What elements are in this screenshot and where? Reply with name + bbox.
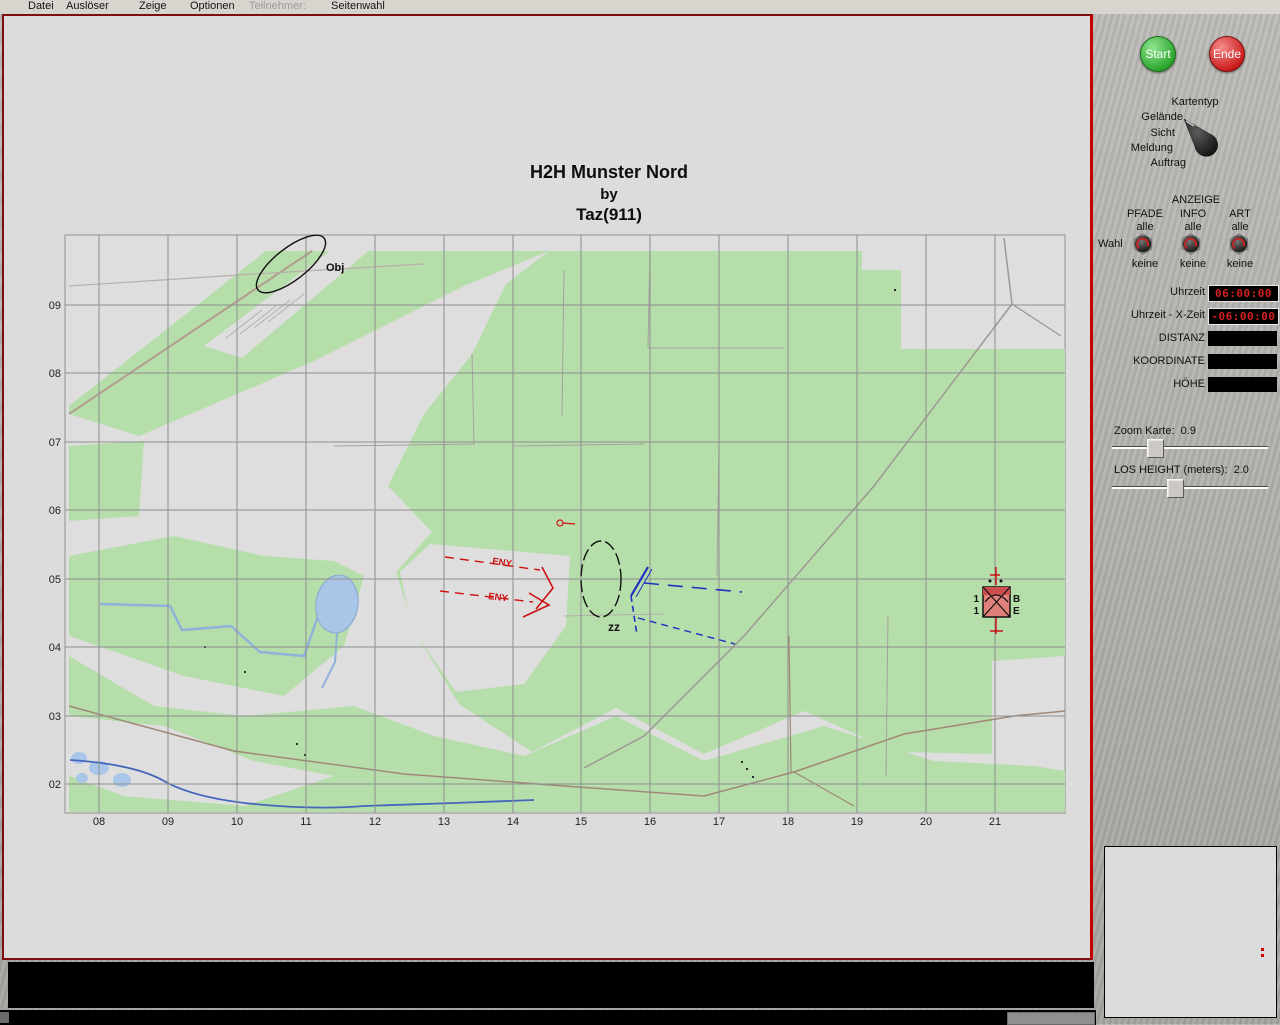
menu-teilnehmer: Teilnehmer: xyxy=(249,0,306,12)
svg-text:21: 21 xyxy=(989,816,1001,828)
console-output-bar xyxy=(8,962,1094,1008)
svg-text:07: 07 xyxy=(49,437,61,449)
ende-button-label: Ende xyxy=(1212,47,1242,61)
bottom-scrollbar-thumb[interactable] xyxy=(1007,1012,1095,1025)
zoom-karte-slider-track[interactable] xyxy=(1112,446,1268,449)
svg-text:02: 02 xyxy=(49,779,61,791)
koordinate-label: KOORDINATE xyxy=(1133,355,1205,367)
menu-optionen[interactable]: Optionen xyxy=(190,0,235,12)
svg-text:12: 12 xyxy=(369,816,381,828)
anzeige-col-art: ART xyxy=(1229,208,1251,220)
uhrzeit-xzeit-label: Uhrzeit - X-Zeit xyxy=(1131,309,1205,321)
menu-seitenwahl[interactable]: Seitenwahl xyxy=(331,0,385,12)
menu-bar: Datei Auslöser Zeige Optionen Teilnehmer… xyxy=(0,0,1280,14)
svg-text:05: 05 xyxy=(49,574,61,586)
start-button[interactable]: Start xyxy=(1140,36,1176,72)
hoehe-label: HÖHE xyxy=(1173,378,1205,390)
menu-zeige[interactable]: Zeige xyxy=(139,0,167,12)
svg-text:Obj: Obj xyxy=(326,262,344,274)
svg-text:B: B xyxy=(1013,594,1020,605)
map-canvas[interactable]: 08 09 10 11 12 13 14 15 16 17 18 19 20 2… xyxy=(4,16,1090,958)
art-knob-icon[interactable] xyxy=(1228,233,1250,255)
menu-datei[interactable]: Datei xyxy=(28,0,54,12)
kartentyp-option-auftrag[interactable]: Auftrag xyxy=(1108,157,1186,169)
svg-text:16: 16 xyxy=(644,816,656,828)
svg-text:1: 1 xyxy=(973,594,979,605)
anzeige-art-alle: alle xyxy=(1231,221,1249,233)
svg-text:20: 20 xyxy=(920,816,932,828)
kartentyp-option-meldung[interactable]: Meldung xyxy=(1095,142,1173,154)
distanz-label: DISTANZ xyxy=(1158,332,1205,344)
ende-button[interactable]: Ende xyxy=(1209,36,1245,72)
los-height-label: LOS HEIGHT (meters): xyxy=(1114,464,1228,476)
svg-text:03: 03 xyxy=(49,711,61,723)
zoom-karte-value: 0.9 xyxy=(1180,425,1196,437)
kartentyp-option-gelaende[interactable]: Gelände xyxy=(1103,111,1183,123)
svg-text:14: 14 xyxy=(507,816,519,828)
zoom-karte-caption: Zoom Karte: 0.9 xyxy=(1114,425,1196,437)
zoom-karte-slider-thumb[interactable] xyxy=(1147,439,1164,458)
svg-text:E: E xyxy=(1013,606,1020,617)
svg-text:08: 08 xyxy=(49,368,61,380)
svg-text:15: 15 xyxy=(575,816,587,828)
svg-text:09: 09 xyxy=(162,816,174,828)
desktop: { "menu": { "items": [ {"label": "Datei"… xyxy=(0,0,1280,1025)
kartentyp-option-sicht[interactable]: Sicht xyxy=(1103,127,1175,139)
los-height-caption: LOS HEIGHT (meters): 2.0 xyxy=(1114,464,1249,476)
los-height-slider-track[interactable] xyxy=(1112,486,1268,489)
los-height-slider-thumb[interactable] xyxy=(1167,479,1184,498)
svg-text:10: 10 xyxy=(231,816,243,828)
anzeige-art-keine: keine xyxy=(1226,258,1254,270)
info-knob-icon[interactable] xyxy=(1180,233,1202,255)
anzeige-title: ANZEIGE xyxy=(1171,194,1221,206)
anzeige-wahl-label: Wahl xyxy=(1098,238,1123,250)
pfade-knob-icon[interactable] xyxy=(1132,233,1154,255)
svg-text:18: 18 xyxy=(782,816,794,828)
menu-ausloeser[interactable]: Auslöser xyxy=(66,0,109,12)
svg-text:zz: zz xyxy=(608,620,620,634)
svg-text:09: 09 xyxy=(49,300,61,312)
message-panel xyxy=(1104,846,1277,1018)
zoom-karte-label: Zoom Karte: xyxy=(1114,425,1175,437)
hoehe-display xyxy=(1208,377,1277,392)
bottom-status-strip xyxy=(0,1009,1096,1025)
start-button-label: Start xyxy=(1145,47,1171,61)
kartentyp-title: Kartentyp xyxy=(1171,96,1219,108)
svg-text:1: 1 xyxy=(973,606,979,617)
distanz-display xyxy=(1208,331,1277,346)
svg-text:04: 04 xyxy=(49,642,61,654)
map-window: H2H Munster Nord by Taz(911) 08 09 10 11… xyxy=(2,14,1093,960)
panel-red-dot-bottom xyxy=(1261,954,1264,957)
svg-text:06: 06 xyxy=(49,505,61,517)
svg-text:19: 19 xyxy=(851,816,863,828)
koordinate-display xyxy=(1208,354,1277,369)
svg-text:17: 17 xyxy=(713,816,725,828)
svg-text:08: 08 xyxy=(93,816,105,828)
uhrzeit-label: Uhrzeit xyxy=(1170,286,1205,298)
svg-text:13: 13 xyxy=(438,816,450,828)
svg-text:11: 11 xyxy=(300,816,311,828)
los-height-value: 2.0 xyxy=(1233,464,1249,476)
uhrzeit-xzeit-display: -06:00:00 xyxy=(1208,308,1279,325)
uhrzeit-display: 06:00:00 xyxy=(1208,285,1279,302)
kartentyp-knob-icon[interactable] xyxy=(1178,113,1220,159)
bottom-corner-box xyxy=(0,1012,9,1023)
panel-red-dot-top xyxy=(1261,948,1264,951)
